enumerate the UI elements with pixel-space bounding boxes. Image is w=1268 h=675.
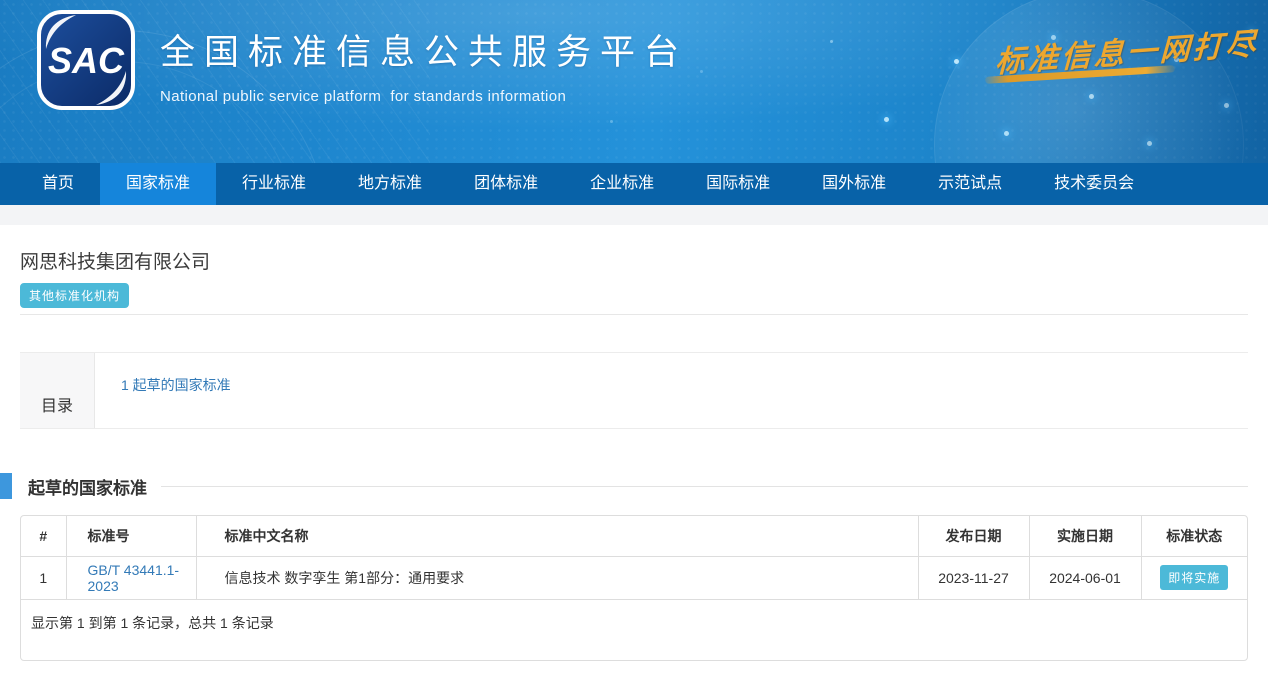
col-header-pub-date: 发布日期	[918, 516, 1029, 556]
nav-item-industry-standards[interactable]: 行业标准	[216, 163, 332, 205]
page-background-band	[0, 205, 1268, 225]
cell-impl-date: 2024-06-01	[1029, 556, 1141, 599]
site-title: 全国标准信息公共服务平台	[160, 24, 688, 75]
banner-titles: 全国标准信息公共服务平台 National public service pla…	[160, 24, 688, 105]
table-header-row: # 标准号 标准中文名称 发布日期 实施日期 标准状态	[21, 516, 1247, 556]
nav-item-national-standards[interactable]: 国家标准	[100, 163, 216, 205]
section-title-line	[161, 486, 1248, 487]
col-header-index: #	[21, 516, 66, 556]
col-header-status: 标准状态	[1141, 516, 1247, 556]
org-type-badge: 其他标准化机构	[20, 283, 129, 308]
svg-text:SAC: SAC	[48, 40, 125, 81]
cell-index: 1	[21, 556, 66, 599]
divider	[20, 314, 1248, 315]
col-header-name-cn: 标准中文名称	[196, 516, 918, 556]
nav-item-pilot-demo[interactable]: 示范试点	[912, 163, 1028, 205]
section-marker	[0, 473, 12, 499]
col-header-std-no: 标准号	[66, 516, 196, 556]
cell-name-cn: 信息技术 数字孪生 第1部分：通用要求	[196, 556, 918, 599]
section-header: 起草的国家标准	[0, 473, 1248, 499]
standard-number-link[interactable]: GB/T 43441.1-2023	[88, 562, 180, 594]
site-banner: SAC 全国标准信息公共服务平台 National public service…	[0, 0, 1268, 163]
table-row: 1 GB/T 43441.1-2023 信息技术 数字孪生 第1部分：通用要求 …	[21, 556, 1247, 599]
section-title: 起草的国家标准	[28, 474, 147, 499]
toc-panel: 目录 1 起草的国家标准	[20, 352, 1248, 429]
site-subtitle: National public service platform for sta…	[160, 88, 688, 105]
cell-pub-date: 2023-11-27	[918, 556, 1029, 599]
toc-link-drafted-national-standards[interactable]: 1 起草的国家标准	[121, 377, 231, 393]
toc-label: 目录	[20, 353, 95, 428]
standards-table-card: # 标准号 标准中文名称 发布日期 实施日期 标准状态 1 GB/T 43441…	[20, 515, 1248, 661]
nav-item-home[interactable]: 首页	[16, 163, 100, 205]
cell-std-no: GB/T 43441.1-2023	[66, 556, 196, 599]
col-header-impl-date: 实施日期	[1029, 516, 1141, 556]
nav-item-foreign-standards[interactable]: 国外标准	[796, 163, 912, 205]
main-nav: 首页 国家标准 行业标准 地方标准 团体标准 企业标准 国际标准 国外标准 示范…	[0, 163, 1268, 205]
standards-table: # 标准号 标准中文名称 发布日期 实施日期 标准状态 1 GB/T 43441…	[21, 516, 1247, 600]
status-badge: 即将实施	[1160, 565, 1228, 590]
toc-body: 1 起草的国家标准	[95, 353, 1248, 428]
sac-logo-icon[interactable]: SAC	[36, 9, 136, 111]
nav-item-group-standards[interactable]: 团体标准	[448, 163, 564, 205]
nav-item-international-standards[interactable]: 国际标准	[680, 163, 796, 205]
nav-item-local-standards[interactable]: 地方标准	[332, 163, 448, 205]
table-record-summary: 显示第 1 到第 1 条记录，总共 1 条记录	[21, 600, 1247, 660]
cell-status: 即将实施	[1141, 556, 1247, 599]
main-content: 网思科技集团有限公司 其他标准化机构 目录 1 起草的国家标准 起草的国家标准 …	[0, 225, 1268, 675]
nav-item-enterprise-standards[interactable]: 企业标准	[564, 163, 680, 205]
nav-item-technical-committee[interactable]: 技术委员会	[1028, 163, 1160, 205]
org-name: 网思科技集团有限公司	[20, 225, 1248, 274]
